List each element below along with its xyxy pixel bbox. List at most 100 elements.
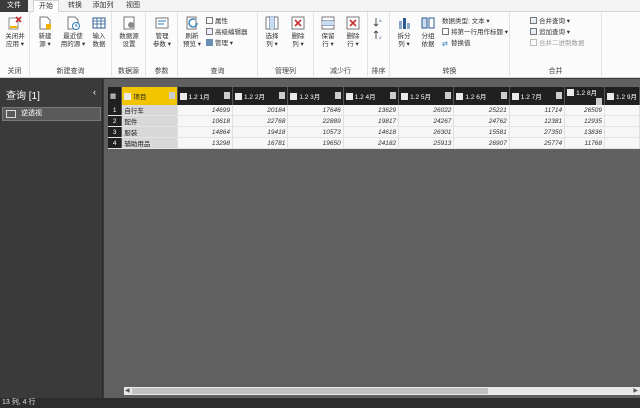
column-header[interactable]: 1.2 6月 — [453, 87, 510, 105]
value-cell[interactable]: 26022 — [398, 105, 455, 116]
value-cell[interactable]: 16781 — [232, 137, 289, 149]
value-cell[interactable]: 19418 — [232, 126, 289, 138]
value-cell[interactable]: 24182 — [343, 137, 400, 149]
scroll-right-icon[interactable]: ▶ — [633, 387, 638, 394]
value-cell[interactable]: 13836 — [564, 126, 606, 138]
value-cell[interactable]: 22889 — [287, 115, 344, 127]
value-cell[interactable]: 25221 — [453, 105, 510, 116]
recent-sources-button[interactable]: 最近使 用的源 ▾ — [59, 15, 87, 49]
sort-ascending-icon[interactable]: A — [373, 17, 383, 27]
tab-transform[interactable]: 转换 — [64, 0, 86, 12]
value-cell-truncated[interactable] — [604, 105, 640, 116]
enter-data-button[interactable]: 输入 数据 — [87, 15, 111, 49]
table-row[interactable]: 2 配件 10618 22768 22889 19817 24267 24762 12381 12… — [108, 115, 640, 127]
dropdown-icon[interactable] — [279, 92, 286, 99]
dropdown-icon[interactable] — [556, 92, 563, 99]
collapse-pane-icon[interactable]: ‹ — [93, 87, 96, 97]
value-cell[interactable]: 13298 — [177, 137, 233, 149]
category-cell[interactable]: 辅助用品 — [121, 137, 178, 149]
table-row[interactable]: 1 自行车 14699 20184 17646 13629 26022 25221 11714 2… — [108, 105, 640, 116]
use-first-row-as-headers-button[interactable]: 将第一行用作标题 ▾ — [442, 28, 508, 37]
column-header[interactable]: 1.2 3月 — [287, 87, 344, 105]
tab-file[interactable]: 文件 — [0, 0, 28, 12]
table-row[interactable]: 4 辅助用品 13298 16781 19650 24182 25913 26907 25774… — [108, 137, 640, 149]
category-cell[interactable]: 自行车 — [121, 105, 178, 116]
data-type-dropdown[interactable]: 数据类型: 文本 ▾ — [442, 17, 490, 26]
value-cell[interactable]: 15581 — [453, 126, 510, 138]
combine-binaries-button[interactable]: 合并二进制数据 — [530, 39, 585, 48]
value-cell[interactable]: 24762 — [453, 115, 510, 127]
row-number[interactable]: 2 — [108, 115, 123, 127]
group-by-button[interactable]: 分组 依据 — [416, 15, 440, 49]
value-cell[interactable]: 12935 — [564, 115, 606, 127]
advanced-editor-button[interactable]: 高级编辑器 — [206, 28, 248, 37]
value-cell[interactable]: 14864 — [177, 126, 233, 138]
value-cell[interactable]: 17646 — [287, 105, 344, 116]
dropdown-icon[interactable] — [596, 98, 603, 105]
column-header[interactable]: 1.2 1月 — [177, 87, 233, 105]
value-cell[interactable]: 14699 — [177, 105, 233, 116]
refresh-preview-button[interactable]: 刷新 预览 ▾ — [180, 15, 204, 49]
remove-columns-button[interactable]: 删除 列 ▾ — [286, 15, 310, 49]
dropdown-icon[interactable] — [500, 92, 507, 99]
value-cell[interactable]: 13629 — [343, 105, 400, 116]
close-apply-button[interactable]: 关闭并 应用 ▾ — [3, 15, 27, 49]
horizontal-scrollbar[interactable]: ◀ ▶ — [124, 387, 640, 395]
merge-queries-button[interactable]: 合并查询 ▾ — [530, 17, 570, 26]
remove-rows-button[interactable]: 删除 行 ▾ — [341, 15, 365, 49]
datasource-settings-button[interactable]: 数据源 设置 — [117, 15, 141, 49]
sort-descending-icon[interactable]: Z — [373, 30, 383, 40]
column-header[interactable]: 1.2 5月 — [398, 87, 455, 105]
row-number[interactable]: 1 — [108, 105, 123, 116]
value-cell[interactable]: 19650 — [287, 137, 344, 149]
column-header[interactable]: 1.2 8月 — [564, 87, 606, 105]
column-header[interactable]: 1.2 4月 — [343, 87, 400, 105]
value-cell[interactable]: 26907 — [453, 137, 510, 149]
value-cell[interactable]: 24267 — [398, 115, 455, 127]
value-cell[interactable]: 11714 — [509, 105, 566, 116]
value-cell-truncated[interactable] — [604, 137, 640, 149]
value-cell[interactable]: 26301 — [398, 126, 455, 138]
value-cell[interactable]: 12381 — [509, 115, 566, 127]
value-cell[interactable]: 10573 — [287, 126, 344, 138]
value-cell[interactable]: 10618 — [177, 115, 233, 127]
append-queries-button[interactable]: 追加查询 ▾ — [530, 28, 570, 37]
keep-rows-button[interactable]: 保留 行 ▾ — [316, 15, 340, 49]
value-cell[interactable]: 20184 — [232, 105, 289, 116]
tab-add-column[interactable]: 添加列 — [88, 0, 118, 12]
scroll-left-icon[interactable]: ◀ — [125, 387, 130, 394]
dropdown-icon[interactable] — [334, 92, 341, 99]
split-column-button[interactable]: 拆分 列 ▾ — [392, 15, 416, 49]
row-number[interactable]: 4 — [108, 137, 123, 149]
column-header[interactable]: 项目 — [121, 87, 178, 105]
scrollbar-thumb[interactable] — [132, 388, 488, 394]
value-cell[interactable]: 11768 — [564, 137, 606, 149]
dropdown-icon[interactable] — [168, 92, 175, 99]
row-number[interactable]: 3 — [108, 126, 123, 138]
manage-button[interactable]: 管理 ▾ — [206, 39, 233, 48]
value-cell-truncated[interactable] — [604, 115, 640, 127]
dropdown-icon[interactable] — [390, 92, 397, 99]
column-header[interactable]: 1.2 2月 — [232, 87, 289, 105]
value-cell[interactable]: 27350 — [509, 126, 566, 138]
value-cell[interactable]: 25774 — [509, 137, 566, 149]
replace-values-button[interactable]: ⇄ 替换值 — [442, 39, 471, 48]
query-item[interactable]: 逆透视 — [2, 107, 101, 121]
tab-view[interactable]: 视图 — [122, 0, 144, 12]
manage-params-button[interactable]: 管理 参数 ▾ — [150, 15, 174, 49]
new-source-button[interactable]: 新建 源 ▾ — [33, 15, 57, 49]
category-cell[interactable]: 服装 — [121, 126, 178, 138]
dropdown-icon[interactable] — [445, 92, 452, 99]
value-cell[interactable]: 19817 — [343, 115, 400, 127]
column-header[interactable]: 1.2 7月 — [509, 87, 566, 105]
category-cell[interactable]: 配件 — [121, 115, 178, 127]
value-cell[interactable]: 26509 — [564, 105, 606, 116]
properties-button[interactable]: 属性 — [206, 17, 228, 26]
table-menu-icon[interactable]: ▦ — [108, 87, 123, 105]
column-header[interactable]: 1.2 9月 — [604, 87, 640, 105]
dropdown-icon[interactable] — [223, 92, 230, 99]
value-cell[interactable]: 14618 — [343, 126, 400, 138]
value-cell-truncated[interactable] — [604, 126, 640, 138]
value-cell[interactable]: 22768 — [232, 115, 289, 127]
choose-columns-button[interactable]: 选择 列 ▾ — [260, 15, 284, 49]
